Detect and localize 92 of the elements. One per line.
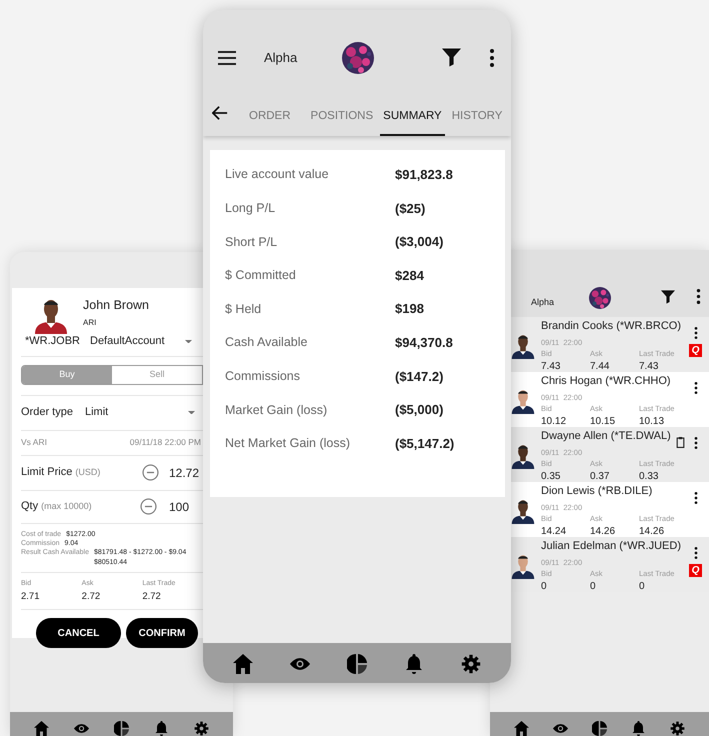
order-type-select[interactable]: Limit	[84, 404, 195, 421]
unit-label: (max 10000)	[41, 500, 92, 513]
quote-value: 0	[541, 580, 547, 594]
summary-value: ($5,147.2)	[395, 434, 454, 453]
home-icon[interactable]	[514, 721, 529, 736]
cancel-button[interactable]: CANCEL	[36, 618, 121, 648]
tab[interactable]: SUMMARY	[380, 108, 445, 136]
quote-value: 0.37	[590, 470, 610, 484]
summary-label: Commissions	[225, 368, 302, 385]
player-name: Brandin Cooks (*WR.BRCO)	[541, 319, 681, 334]
summary-label: Live account value	[225, 166, 330, 184]
matchup-label: Vs ARI	[21, 436, 47, 449]
more-icon[interactable]	[694, 492, 698, 504]
quote-value: 14.24	[541, 525, 566, 539]
player-name: Chris Hogan (*WR.CHHO)	[541, 374, 671, 389]
field-label: Limit Price	[21, 465, 72, 480]
summary-value: ($5,000)	[395, 401, 444, 420]
quote-value: 0.35	[541, 470, 560, 484]
unit-label: (USD)	[75, 466, 100, 479]
quote-value: 2.71	[21, 590, 40, 604]
home-icon[interactable]	[233, 654, 254, 674]
more-icon[interactable]	[489, 48, 495, 67]
player-name: Dion Lewis (*RB.DILE)	[541, 484, 652, 499]
caret-icon	[188, 410, 195, 414]
more-icon[interactable]	[694, 382, 698, 394]
quote-value: 10.12	[541, 415, 566, 429]
eye-icon[interactable]	[553, 721, 568, 736]
summary-value: $198	[395, 300, 424, 318]
summary-label: Cash Available	[225, 334, 308, 352]
quote-value: 2.72	[82, 590, 102, 604]
pie-chart-icon[interactable]	[592, 721, 607, 736]
quote-value: 10.13	[639, 415, 664, 429]
summary-label: Market Gain (loss)	[225, 402, 328, 419]
filter-icon[interactable]	[442, 48, 461, 68]
eye-icon[interactable]	[74, 721, 90, 736]
home-icon[interactable]	[34, 721, 50, 736]
minus-icon[interactable]	[142, 464, 159, 481]
quote-value: 7.43	[639, 360, 658, 374]
quote-value: 0	[639, 580, 645, 594]
settings-icon[interactable]	[194, 721, 209, 736]
summary-value: $284	[395, 266, 424, 285]
game-time: 09/11/18 22:00 PM	[130, 436, 201, 449]
more-icon[interactable]	[696, 289, 701, 304]
app-title: Alpha	[531, 296, 556, 309]
settings-icon[interactable]	[670, 721, 685, 736]
bell-icon[interactable]	[404, 654, 424, 674]
field-label: Qty	[21, 499, 38, 514]
bell-icon[interactable]	[631, 721, 646, 736]
summary-value: ($3,004)	[395, 233, 444, 252]
quote-value: 2.72	[142, 590, 162, 604]
summary-label: Long P/L	[225, 200, 276, 218]
field-label: Order type	[21, 405, 73, 420]
team-label: ARI	[83, 316, 98, 329]
more-icon[interactable]	[694, 436, 698, 449]
summary-label: Short P/L	[225, 234, 278, 251]
summary-value: $94,370.8	[395, 334, 453, 352]
pie-chart-icon[interactable]	[346, 654, 367, 674]
player-name: Dwayne Allen (*TE.DWAL)	[541, 429, 671, 444]
summary-label: Net Market Gain (loss)	[225, 435, 352, 452]
quote-value: 7.43	[541, 360, 560, 374]
quote-badge[interactable]: Q	[689, 564, 702, 577]
quote-value: 0.33	[639, 470, 658, 484]
filter-icon[interactable]	[661, 290, 675, 304]
menu-icon[interactable]	[218, 49, 236, 67]
quote-value: 14.26	[590, 525, 616, 539]
summary-label: $ Committed	[225, 267, 297, 284]
more-icon[interactable]	[694, 326, 698, 339]
summary-value: ($147.2)	[395, 368, 444, 386]
player-symbol: *WR.JOBR	[25, 334, 80, 349]
bell-icon[interactable]	[154, 721, 169, 736]
player-name: Julian Edelman (*WR.JUED)	[541, 539, 681, 554]
player-name: John Brown	[83, 297, 150, 314]
quote-value: 14.26	[639, 525, 664, 539]
account-select[interactable]: DefaultAccount	[90, 333, 192, 350]
price-field[interactable]: 12.72	[169, 464, 203, 482]
back-arrow-icon[interactable]	[212, 104, 228, 121]
quantity-field[interactable]: 100	[169, 498, 203, 516]
pie-chart-icon[interactable]	[114, 721, 129, 736]
app-title: Alpha	[264, 49, 298, 68]
settings-icon[interactable]	[460, 654, 481, 674]
summary-label: $ Held	[225, 300, 262, 318]
summary-value: ($25)	[395, 200, 426, 218]
more-icon[interactable]	[694, 546, 698, 559]
confirm-button[interactable]: CONFIRM	[126, 618, 198, 648]
quote-value: 7.44	[590, 360, 610, 374]
quote-value: 0	[590, 580, 596, 594]
summary-value: $91,823.8	[395, 166, 453, 184]
quote-badge[interactable]: Q	[689, 344, 702, 357]
caret-icon	[184, 340, 192, 343]
quote-value: 10.15	[590, 415, 616, 429]
clipboard-icon	[675, 437, 686, 448]
minus-icon[interactable]	[140, 498, 157, 515]
